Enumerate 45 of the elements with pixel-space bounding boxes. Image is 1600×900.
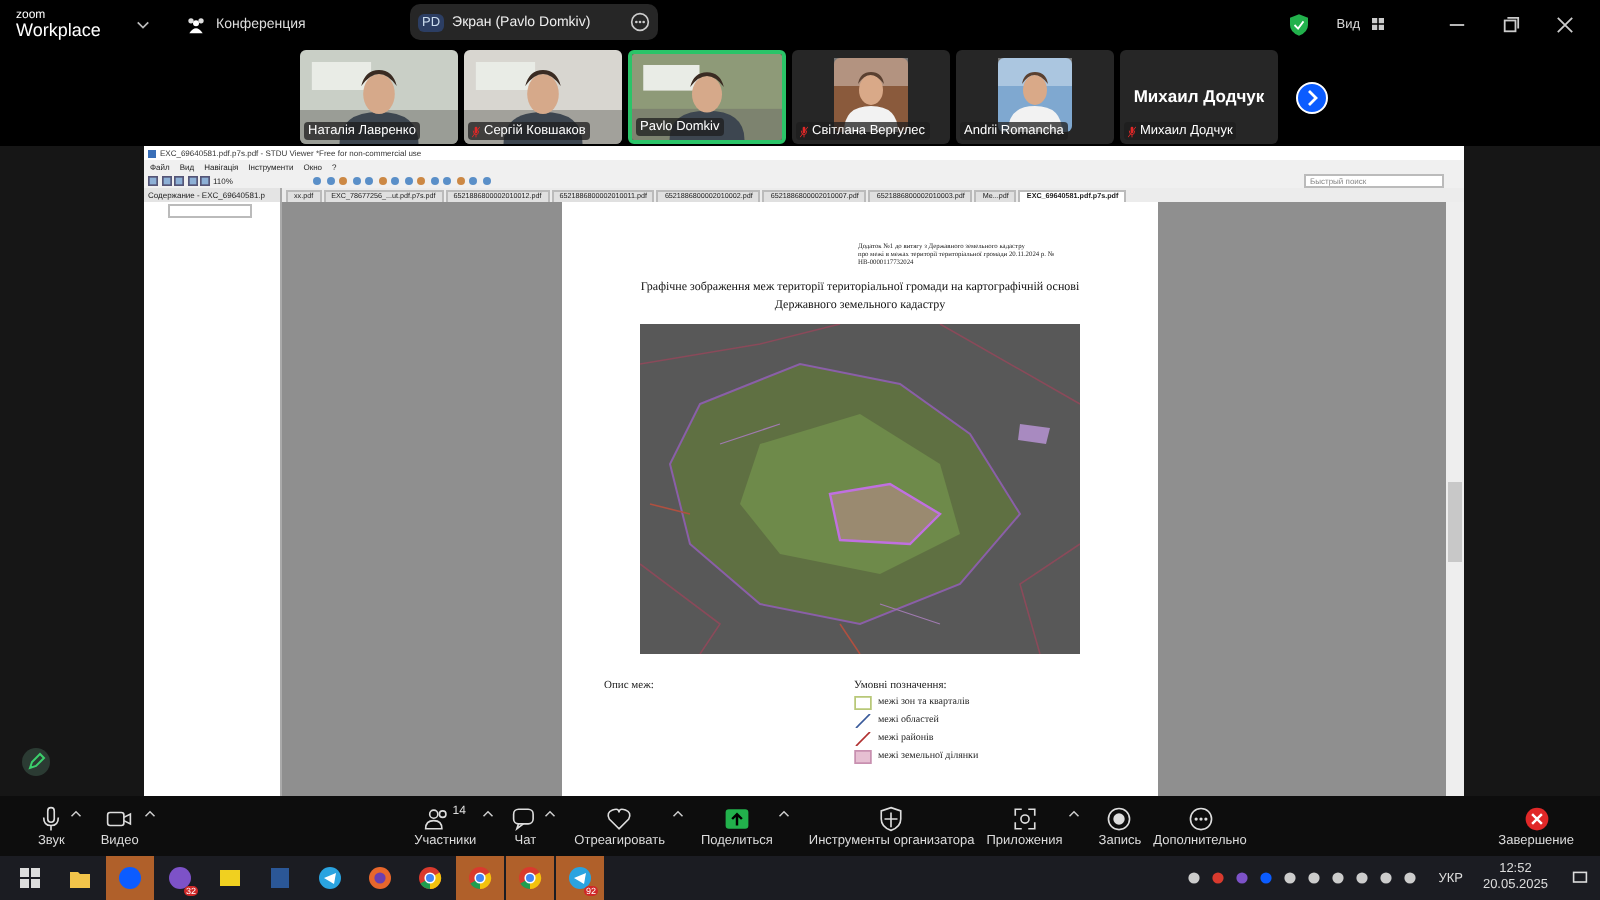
shield-icon bbox=[878, 805, 905, 831]
chat-icon bbox=[512, 805, 539, 831]
app-circle-icon bbox=[468, 866, 492, 890]
legend-square-icon bbox=[854, 696, 872, 710]
shield-icon[interactable] bbox=[1290, 13, 1309, 35]
chevron-icon[interactable] bbox=[136, 19, 150, 29]
notifications-icon[interactable] bbox=[1572, 870, 1588, 886]
document-icon bbox=[268, 866, 292, 890]
app-circle-icon bbox=[568, 866, 592, 890]
app-circle-icon bbox=[518, 866, 542, 890]
grid-icon[interactable] bbox=[1372, 18, 1384, 30]
app-circle-icon bbox=[368, 866, 392, 890]
caret-icon[interactable] bbox=[544, 810, 557, 818]
windows-logo-icon bbox=[18, 866, 42, 890]
caret-icon[interactable] bbox=[671, 810, 683, 818]
people-icon bbox=[186, 15, 206, 33]
more-icon[interactable] bbox=[630, 12, 650, 32]
close-icon[interactable] bbox=[1556, 15, 1574, 33]
app-circle-icon bbox=[168, 866, 192, 890]
pencil-icon[interactable] bbox=[22, 748, 50, 776]
app-circle-icon bbox=[418, 866, 442, 890]
app-icon bbox=[218, 866, 242, 890]
legend-line-icon bbox=[854, 732, 872, 746]
record-icon bbox=[1106, 805, 1133, 831]
maximize-icon[interactable] bbox=[1502, 15, 1520, 33]
close-icon bbox=[1523, 805, 1550, 831]
folder-icon bbox=[68, 866, 92, 890]
scrollbar-thumb[interactable] bbox=[1448, 482, 1462, 562]
microphone-icon bbox=[38, 805, 65, 831]
caret-icon[interactable] bbox=[70, 810, 83, 818]
caret-icon[interactable] bbox=[778, 810, 791, 818]
app-icon bbox=[148, 149, 156, 157]
panel-search-field[interactable] bbox=[168, 203, 252, 217]
caret-icon[interactable] bbox=[482, 810, 495, 818]
legend-square-icon bbox=[854, 750, 872, 764]
people-icon bbox=[424, 805, 451, 831]
more-icon bbox=[1187, 805, 1213, 831]
heart-icon bbox=[606, 805, 633, 831]
app-circle-icon bbox=[118, 866, 142, 890]
caret-icon[interactable] bbox=[144, 810, 157, 818]
apps-icon bbox=[1011, 805, 1038, 831]
caret-icon[interactable] bbox=[1068, 810, 1081, 818]
app-circle-icon bbox=[318, 866, 342, 890]
participant-display-name: Михаил Додчук bbox=[1133, 86, 1265, 106]
legend-line-icon bbox=[854, 714, 872, 728]
